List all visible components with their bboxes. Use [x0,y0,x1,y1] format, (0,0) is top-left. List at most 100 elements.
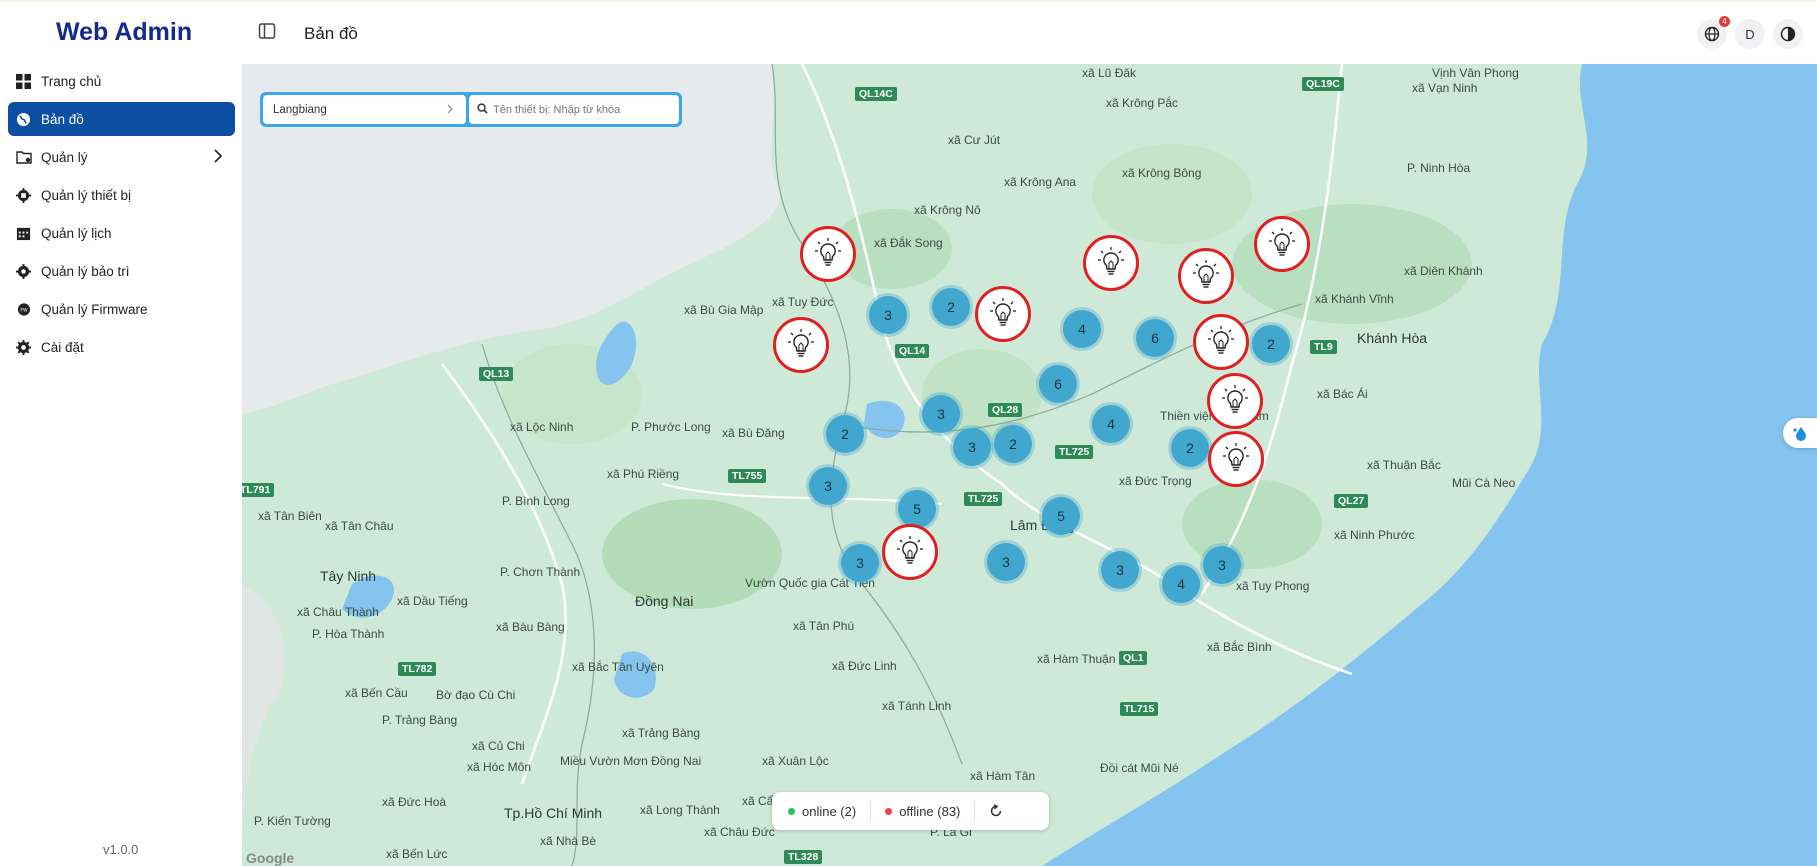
map-place-label: xã Bắc Bình [1207,640,1272,654]
light-bulb-icon [1208,326,1234,354]
road-shield: QL14 [895,344,930,358]
map-place-label: xã Tân Châu [325,519,394,533]
streetlight-device-marker[interactable] [1083,235,1139,291]
device-cluster-marker[interactable]: 6 [1039,365,1077,403]
device-cluster-marker[interactable]: 3 [841,544,879,582]
map-place-label: xã Bến Lức [386,847,448,861]
map-place-label: Mũi Cà Neo [1452,476,1516,490]
sidebar-item-schedule[interactable]: Quản lý lịch [8,216,235,250]
streetlight-device-marker[interactable] [1254,216,1310,272]
device-search-input[interactable] [493,103,673,116]
map-place-label: xã Krông Bông [1122,166,1202,180]
offline-count: offline (83) [899,803,961,819]
map-place-label: P. Hòa Thành [312,627,385,641]
device-cluster-marker[interactable]: 3 [869,296,907,334]
sidebar-item-firmware[interactable]: FW Quản lý Firmware [8,292,235,326]
device-cluster-marker[interactable]: 3 [953,428,991,466]
map-place-label: xã Xuân Lộc [762,754,829,768]
map-place-label: Miều Vườn Mơn Đồng Nai [560,754,702,768]
streetlight-device-marker[interactable] [1178,248,1234,304]
device-cluster-marker[interactable]: 3 [922,395,960,433]
device-cluster-marker[interactable]: 4 [1162,565,1200,603]
sidebar-item-maintenance[interactable]: Quản lý bảo trì [8,254,235,288]
offline-status[interactable]: offline (83) [885,804,960,819]
sidebar-item-devices[interactable]: Quản lý thiết bị [8,178,235,212]
brand-logo[interactable]: Web Admin [56,18,192,47]
sidebar-item-management[interactable]: Quản lý [8,140,235,174]
area-select-value: Langbiang [273,103,327,116]
sidebar-item-label: Quản lý Firmware [41,301,148,317]
map-place-label: xã Khánh Vĩnh [1315,292,1394,306]
device-cluster-marker[interactable]: 3 [809,467,847,505]
refresh-icon [991,804,1002,817]
device-cluster-marker[interactable]: 4 [1063,310,1101,348]
map-place-label: P. Ninh Hòa [1407,161,1471,175]
contrast-icon [1780,26,1796,42]
language-button[interactable]: 4 [1697,16,1730,49]
device-cluster-marker[interactable]: 2 [1252,325,1290,363]
sidebar-item-settings[interactable]: Cài đặt [8,330,235,364]
sidebar-nav: Trang chủ Bản đồ Quản lý Quản lý thiết b… [8,64,235,368]
device-search[interactable] [469,95,679,124]
refresh-button[interactable] [989,804,1003,818]
road-shield: QL1 [1119,651,1148,665]
chip-icon [15,187,32,204]
streetlight-device-marker[interactable] [1208,431,1264,487]
device-cluster-marker[interactable]: 2 [826,415,864,453]
light-bulb-icon [990,298,1016,326]
device-cluster-marker[interactable]: 2 [994,425,1032,463]
map-place-label: Tp.Hồ Chí Minh [504,805,603,821]
theme-toggle-button[interactable] [1773,19,1803,49]
map-place-label: xã Ninh Phước [1334,528,1415,542]
online-status[interactable]: online (2) [788,804,856,819]
road-shield: QL19C [1302,77,1344,91]
road-shield: TL328 [784,850,823,864]
map-place-label: xã Củ Chi [472,739,525,753]
search-icon [477,101,488,119]
device-cluster-marker[interactable]: 6 [1136,319,1174,357]
streetlight-device-marker[interactable] [975,286,1031,342]
water-drop-icon [1793,427,1806,441]
water-layer-button[interactable] [1783,418,1817,448]
sidebar-item-label: Quản lý [41,149,88,165]
app-version: v1.0.0 [103,842,139,857]
calendar-icon [15,225,32,242]
streetlight-device-marker[interactable] [1207,373,1263,429]
area-select[interactable]: Langbiang [263,95,466,124]
map-place-label: xã Krông Nô [914,203,981,217]
svg-text:FW: FW [20,307,28,313]
online-count: online (2) [802,803,857,819]
map-view[interactable]: xã Lũ Đăk xã Krông Pắc xã Cư Jút xã Krông B… [242,64,1817,866]
map-place-label: xã Vạn Ninh [1412,81,1478,95]
device-status-bar: online (2) offline (83) [772,792,1049,830]
device-cluster-marker[interactable]: 2 [932,288,970,326]
notification-badge: 4 [1719,16,1730,27]
sidebar-item-home[interactable]: Trang chủ [8,64,235,98]
streetlight-device-marker[interactable] [800,226,856,282]
streetlight-device-marker[interactable] [1193,314,1249,370]
map-place-label: xã Lộc Ninh [510,420,574,434]
device-cluster-marker[interactable]: 2 [1171,429,1209,467]
device-cluster-marker[interactable]: 3 [1203,546,1241,584]
device-cluster-marker[interactable]: 3 [1101,551,1139,589]
online-dot-icon [788,807,795,815]
road-shield: TL725 [964,492,1003,506]
road-shield: QL27 [1334,494,1369,508]
chevron-right-icon [213,149,223,166]
firmware-icon: FW [15,301,32,318]
device-cluster-marker[interactable]: 3 [987,543,1025,581]
map-place-label: xã Bác Ái [1317,387,1368,401]
streetlight-device-marker[interactable] [773,317,829,373]
map-place-label: xã Lũ Đăk [1082,66,1137,80]
device-cluster-marker[interactable]: 5 [898,490,936,528]
map-place-label: xã Bàu Bàng [496,620,565,634]
user-avatar[interactable]: D [1735,19,1765,49]
sidebar-toggle-icon [258,23,276,39]
device-cluster-marker[interactable]: 5 [1042,497,1080,535]
map-place-label: xã Phú Riềng [607,467,680,481]
sidebar-toggle-button[interactable] [258,22,278,42]
device-cluster-marker[interactable]: 4 [1092,405,1130,443]
sidebar-item-map[interactable]: Bản đồ [8,102,235,136]
map-place-label: xã Tánh Linh [882,699,952,713]
streetlight-device-marker[interactable] [882,524,938,580]
